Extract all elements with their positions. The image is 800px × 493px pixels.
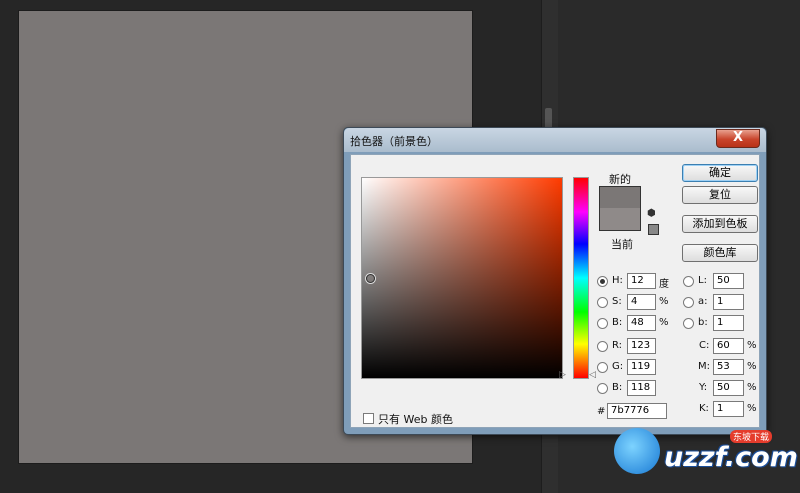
new-color-swatch xyxy=(599,186,641,209)
input-g[interactable]: 119 xyxy=(627,359,656,375)
input-c[interactable]: 60 xyxy=(713,338,744,354)
label-s: S: xyxy=(612,296,622,307)
watermark-text: uzzf.com xyxy=(664,442,798,473)
web-safe-swatch-icon[interactable] xyxy=(648,224,659,235)
unit-b-hsb: % xyxy=(659,317,669,328)
dialog-titlebar[interactable]: 拾色器（前景色） X xyxy=(344,128,766,152)
input-l[interactable]: 50 xyxy=(713,273,744,289)
current-color-label: 当前 xyxy=(611,238,633,251)
unit-c: % xyxy=(747,340,757,351)
watermark-tag: 东坡下载 xyxy=(730,430,773,443)
radio-g[interactable] xyxy=(597,362,608,373)
radio-s[interactable] xyxy=(597,297,608,308)
hue-slider[interactable] xyxy=(573,177,589,379)
dialog-body: ▷ ◁ 新的 当前 ⬢ 确定 复位 添加到色板 颜色库 H: 12 度 S: 4… xyxy=(350,154,760,428)
current-color-swatch[interactable] xyxy=(599,208,641,231)
input-k[interactable]: 1 xyxy=(713,401,744,417)
reset-button[interactable]: 复位 xyxy=(682,186,758,204)
label-b-hsb: B: xyxy=(612,317,623,328)
radio-l[interactable] xyxy=(683,276,694,287)
label-a: a: xyxy=(698,296,708,307)
close-button[interactable]: X xyxy=(716,129,760,148)
input-y[interactable]: 50 xyxy=(713,380,744,396)
unit-k: % xyxy=(747,403,757,414)
watermark-emblem-icon xyxy=(614,428,660,474)
unit-m: % xyxy=(747,361,757,372)
label-m: M: xyxy=(698,361,710,372)
hue-slider-left-arrow-icon[interactable]: ▷ xyxy=(559,370,566,380)
label-k: K: xyxy=(699,403,709,414)
input-b-hsb[interactable]: 48 xyxy=(627,315,656,331)
radio-b-hsb[interactable] xyxy=(597,318,608,329)
color-libraries-button[interactable]: 颜色库 xyxy=(682,244,758,262)
web-colors-only-label: 只有 Web 颜色 xyxy=(378,413,453,426)
new-color-label: 新的 xyxy=(609,173,631,186)
label-r: R: xyxy=(612,340,623,351)
saturation-brightness-field[interactable] xyxy=(361,177,563,379)
radio-r[interactable] xyxy=(597,341,608,352)
color-picker-cursor[interactable] xyxy=(366,274,375,283)
input-m[interactable]: 53 xyxy=(713,359,744,375)
hex-label: # xyxy=(597,406,606,417)
out-of-gamut-cube-icon[interactable]: ⬢ xyxy=(647,208,656,219)
input-h[interactable]: 12 xyxy=(627,273,656,289)
radio-b-lab[interactable] xyxy=(683,318,694,329)
hue-slider-right-arrow-icon[interactable]: ◁ xyxy=(589,370,596,380)
unit-s: % xyxy=(659,296,669,307)
input-b-lab[interactable]: 1 xyxy=(713,315,744,331)
hex-input[interactable]: 7b7776 xyxy=(607,403,667,419)
input-b-rgb[interactable]: 118 xyxy=(627,380,656,396)
radio-h[interactable] xyxy=(597,276,608,287)
radio-b-rgb[interactable] xyxy=(597,383,608,394)
web-colors-only-checkbox[interactable] xyxy=(363,413,374,424)
unit-h: 度 xyxy=(659,279,669,290)
label-g: G: xyxy=(612,361,624,372)
label-b-lab: b: xyxy=(698,317,708,328)
radio-a[interactable] xyxy=(683,297,694,308)
color-picker-dialog: 拾色器（前景色） X ▷ ◁ 新的 当前 ⬢ 确定 复位 添加到色板 颜色库 H… xyxy=(343,127,767,435)
unit-y: % xyxy=(747,382,757,393)
label-y: Y: xyxy=(699,382,708,393)
dialog-title: 拾色器（前景色） xyxy=(350,135,438,148)
input-a[interactable]: 1 xyxy=(713,294,744,310)
label-l: L: xyxy=(698,275,707,286)
watermark-logo: uzzf.com 东坡下载 xyxy=(612,420,798,480)
label-b-rgb: B: xyxy=(612,382,623,393)
input-r[interactable]: 123 xyxy=(627,338,656,354)
add-to-swatches-button[interactable]: 添加到色板 xyxy=(682,215,758,233)
input-s[interactable]: 4 xyxy=(627,294,656,310)
label-c: C: xyxy=(699,340,710,351)
label-h: H: xyxy=(612,275,623,286)
ok-button[interactable]: 确定 xyxy=(682,164,758,182)
